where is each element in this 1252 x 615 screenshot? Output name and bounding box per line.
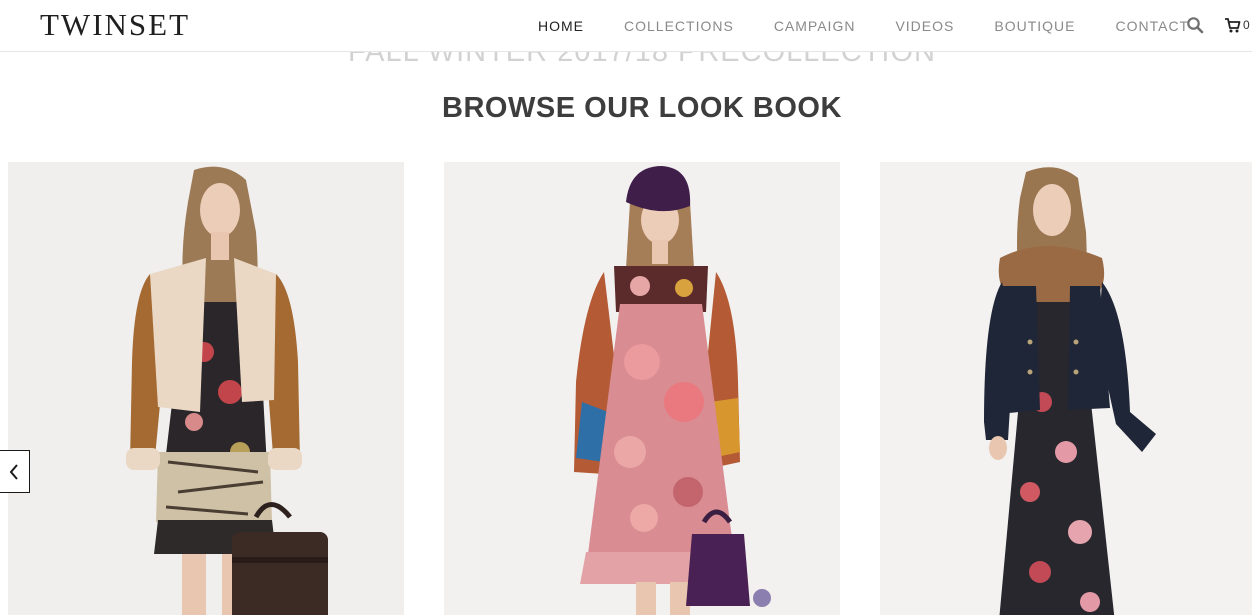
cart-icon (1225, 17, 1241, 32)
nav-item-home[interactable]: HOME (538, 18, 584, 34)
nav-item-contact[interactable]: CONTACT (1115, 18, 1189, 34)
page-title: BROWSE OUR LOOK BOOK (442, 92, 842, 124)
look-image-2 (444, 162, 840, 615)
carousel-prev-button[interactable] (0, 450, 30, 493)
look-card-2[interactable] (444, 162, 840, 615)
look-card-3[interactable] (880, 162, 1252, 615)
main-nav: HOME COLLECTIONS CAMPAIGN VIDEOS BOUTIQU… (518, 0, 1209, 51)
brand-logo[interactable]: TWINSET (40, 7, 190, 43)
search-icon (1187, 17, 1204, 34)
cart-button[interactable]: 0 (1224, 15, 1250, 35)
cart-count: 0 (1243, 18, 1250, 32)
nav-item-campaign[interactable]: CAMPAIGN (774, 18, 856, 34)
look-image-3 (880, 162, 1252, 615)
look-image-1 (8, 162, 404, 615)
site-header: TWINSET HOME COLLECTIONS CAMPAIGN VIDEOS… (0, 0, 1252, 52)
nav-item-collections[interactable]: COLLECTIONS (624, 18, 734, 34)
nav-item-videos[interactable]: VIDEOS (895, 18, 954, 34)
search-button[interactable] (1186, 16, 1206, 36)
look-card-1[interactable] (8, 162, 404, 615)
nav-item-boutique[interactable]: BOUTIQUE (994, 18, 1075, 34)
chevron-left-icon (9, 463, 18, 480)
page: TWINSET HOME COLLECTIONS CAMPAIGN VIDEOS… (0, 0, 1252, 615)
